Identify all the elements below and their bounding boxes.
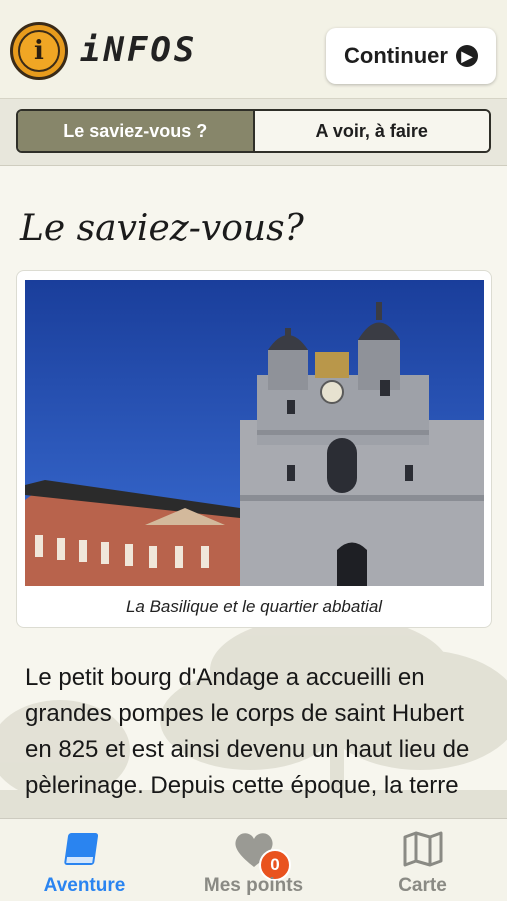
info-glyph: i bbox=[18, 30, 60, 72]
header: i iNFOS Continuer ▶ bbox=[0, 0, 507, 99]
continue-label: Continuer bbox=[344, 43, 448, 68]
tab-aventure[interactable]: Aventure bbox=[0, 819, 169, 901]
continue-button[interactable]: Continuer ▶ bbox=[326, 28, 496, 84]
segmented-control: Le saviez-vous ? A voir, à faire bbox=[16, 109, 491, 153]
photo-card: La Basilique et le quartier abbatial bbox=[16, 270, 492, 628]
page-title: iNFOS bbox=[80, 30, 198, 70]
chevron-right-icon: ▶ bbox=[455, 45, 478, 67]
tab-mes-points[interactable]: 0 Mes points bbox=[169, 819, 338, 901]
book-icon bbox=[63, 833, 98, 865]
tab-label-aventure: Aventure bbox=[43, 875, 126, 896]
tab-label-carte: Carte bbox=[398, 875, 447, 896]
info-icon: i bbox=[10, 22, 68, 80]
photo-caption: La Basilique et le quartier abbatial bbox=[125, 597, 383, 616]
body-paragraph: Le petit bourg d'Andage a accueilli en g… bbox=[25, 664, 470, 799]
tab-label-mes-points: Mes points bbox=[203, 875, 304, 896]
segment-a-voir[interactable]: A voir, à faire bbox=[254, 111, 489, 151]
tab-carte[interactable]: Carte bbox=[338, 819, 507, 901]
map-icon bbox=[403, 831, 442, 867]
tab-bar: Aventure 0 Mes points Carte bbox=[0, 818, 507, 901]
segment-bar: Le saviez-vous ? A voir, à faire bbox=[0, 99, 507, 166]
segment-saviez-vous[interactable]: Le saviez-vous ? bbox=[18, 111, 255, 151]
section-title: Le saviez-vous? bbox=[20, 208, 304, 249]
basilica-photo bbox=[25, 280, 484, 586]
